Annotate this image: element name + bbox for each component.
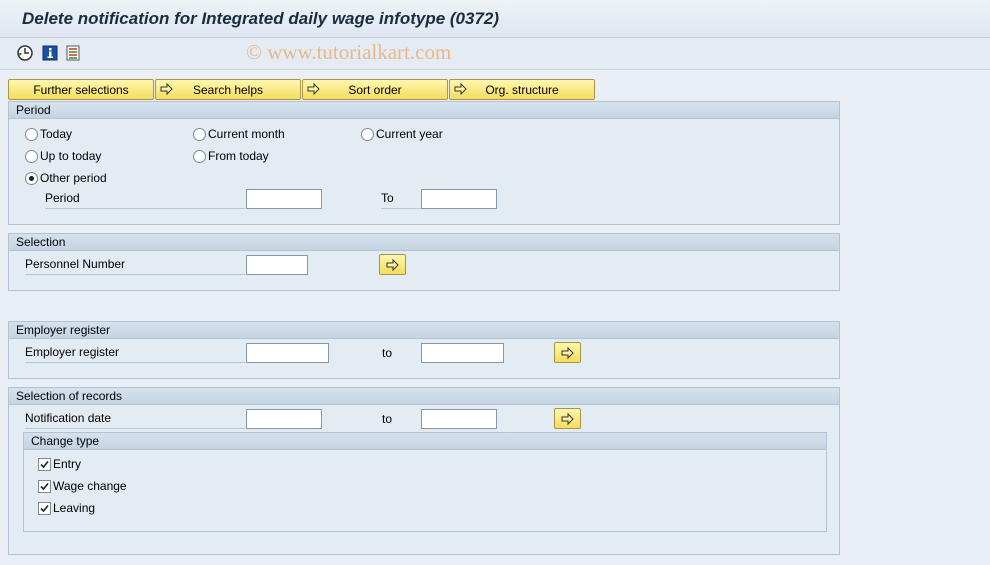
period-label: Period (45, 191, 245, 209)
employer-register-group: Employer register Employer register to (8, 321, 840, 379)
radio-from-today[interactable] (193, 150, 206, 163)
checkmark-icon (40, 482, 49, 491)
radio-current-year[interactable] (361, 128, 374, 141)
wage-change-checkbox[interactable] (38, 480, 51, 493)
selection-of-records-group: Selection of records Notification date t… (8, 387, 840, 555)
multiple-selection-button[interactable] (554, 408, 581, 429)
employer-register-label: Employer register (25, 345, 245, 363)
arrow-right-icon (561, 412, 574, 426)
org-structure-button[interactable]: Org. structure (449, 79, 595, 100)
personnel-number-label: Personnel Number (25, 257, 245, 275)
notification-date-to-label: to (382, 412, 393, 426)
period-to-input[interactable] (421, 189, 497, 209)
employer-register-header: Employer register (9, 322, 839, 339)
multiple-selection-button[interactable] (554, 342, 581, 363)
notification-date-from-input[interactable] (246, 409, 322, 429)
multiple-selection-button[interactable] (379, 254, 406, 275)
title-bar: Delete notification for Integrated daily… (0, 0, 990, 38)
application-toolbar: © www.tutorialkart.com (0, 38, 990, 70)
leaving-label: Leaving (53, 501, 96, 515)
radio-today-label: Today (40, 127, 73, 141)
selection-header: Selection (9, 234, 839, 251)
sort-order-label: Sort order (348, 83, 402, 97)
search-helps-label: Search helps (192, 83, 264, 97)
period-from-input[interactable] (246, 189, 322, 209)
entry-label: Entry (53, 457, 82, 471)
execute-clock-icon[interactable] (16, 44, 34, 62)
employer-register-to-label: to (382, 346, 393, 360)
page-title: Delete notification for Integrated daily… (22, 9, 500, 28)
selection-of-records-header: Selection of records (9, 388, 839, 405)
period-header: Period (9, 102, 839, 119)
checkmark-icon (40, 460, 49, 469)
radio-up-to-today[interactable] (25, 150, 38, 163)
watermark: © www.tutorialkart.com (246, 40, 452, 64)
checkmark-icon (40, 504, 49, 513)
search-helps-button[interactable]: Search helps (155, 79, 301, 100)
further-selections-label: Further selections (33, 83, 129, 97)
change-type-group: Change type Entry Wage change Leaving (23, 432, 827, 532)
selection-options-icon[interactable] (64, 44, 82, 62)
radio-up-to-today-label: Up to today (40, 149, 102, 163)
radio-other-period[interactable] (25, 172, 38, 185)
leaving-checkbox[interactable] (38, 502, 51, 515)
arrow-right-icon (561, 346, 574, 360)
notification-date-to-input[interactable] (421, 409, 497, 429)
radio-today[interactable] (25, 128, 38, 141)
period-to-label: To (381, 191, 421, 209)
change-type-header: Change type (24, 433, 826, 450)
employer-register-from-input[interactable] (246, 343, 329, 363)
org-structure-label: Org. structure (485, 83, 559, 97)
personnel-number-input[interactable] (246, 255, 308, 275)
info-icon[interactable] (41, 44, 59, 62)
sort-order-button[interactable]: Sort order (302, 79, 448, 100)
period-group: Period Today Current month Current year … (8, 101, 840, 225)
radio-current-month-label: Current month (208, 127, 285, 141)
radio-other-period-label: Other period (40, 171, 107, 185)
entry-checkbox[interactable] (38, 458, 51, 471)
further-selections-button[interactable]: Further selections (8, 79, 154, 100)
radio-current-month[interactable] (193, 128, 206, 141)
wage-change-label: Wage change (53, 479, 127, 493)
radio-current-year-label: Current year (376, 127, 443, 141)
notification-date-label: Notification date (25, 411, 245, 429)
employer-register-to-input[interactable] (421, 343, 504, 363)
selection-group: Selection Personnel Number (8, 233, 840, 291)
radio-from-today-label: From today (208, 149, 269, 163)
arrow-right-icon (386, 258, 399, 272)
